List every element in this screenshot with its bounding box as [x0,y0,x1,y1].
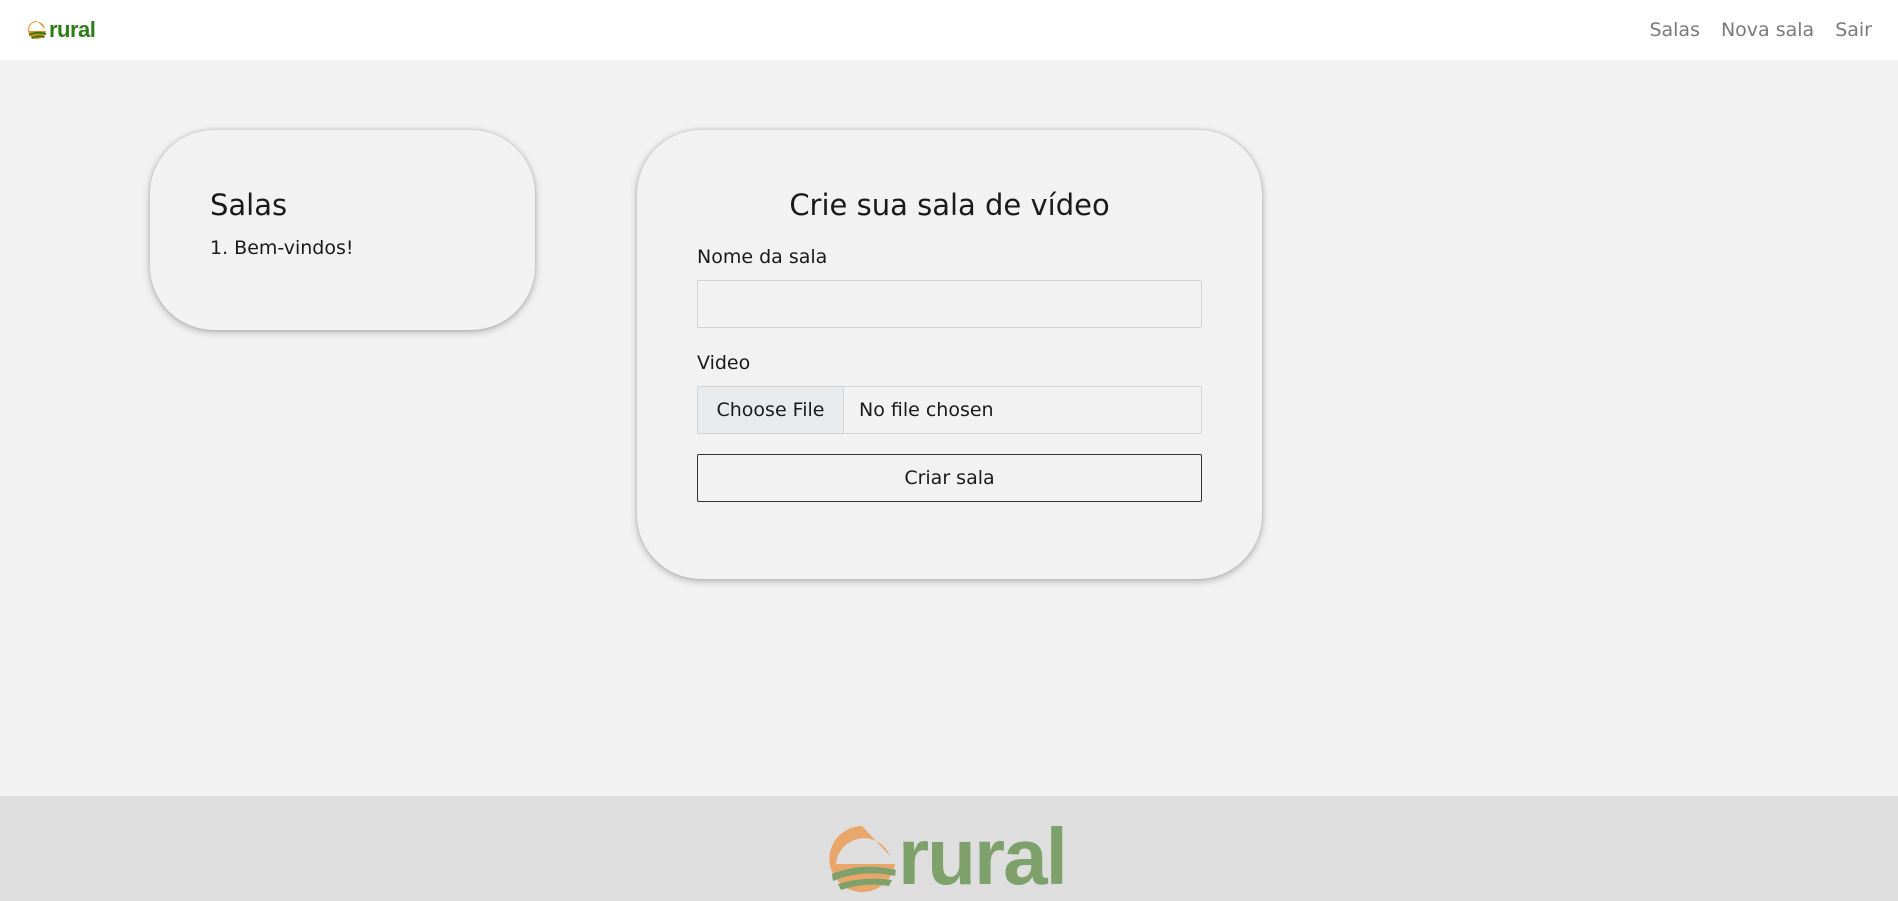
choose-file-button[interactable]: Choose File [698,387,844,433]
nav-link-sair[interactable]: Sair [1835,19,1872,41]
erural-footer-logo-icon [829,826,896,892]
footer: rural [0,796,1898,901]
form-title: Crie sua sala de vídeo [789,188,1110,222]
brand-logo[interactable]: rural [26,17,96,43]
footer-brand-name: rural [898,812,1068,901]
footer-logo: rural [826,812,1068,901]
salas-title: Salas [210,188,288,222]
top-navbar: rural Salas Nova sala Sair [0,0,1898,60]
room-name-label: Nome da sala [697,246,828,268]
salas-list: 1. Bem-vindos! [210,237,475,259]
video-label: Video [697,352,751,374]
nav-link-nova-sala[interactable]: Nova sala [1721,19,1814,41]
create-room-button[interactable]: Criar sala [697,454,1202,502]
file-status: No file chosen [844,387,1201,433]
nav-link-salas[interactable]: Salas [1649,19,1700,41]
nav-links: Salas Nova sala Sair [1649,19,1872,41]
room-name-input[interactable] [697,280,1202,328]
sala-list-item[interactable]: 1. Bem-vindos! [210,237,475,259]
create-room-card: Crie sua sala de vídeo Nome da sala Vide… [637,130,1262,579]
salas-card: Salas 1. Bem-vindos! [150,130,535,330]
erural-logo-icon [28,21,46,39]
brand-name: rural [49,17,96,42]
video-file-input[interactable]: Choose File No file chosen [697,386,1202,434]
